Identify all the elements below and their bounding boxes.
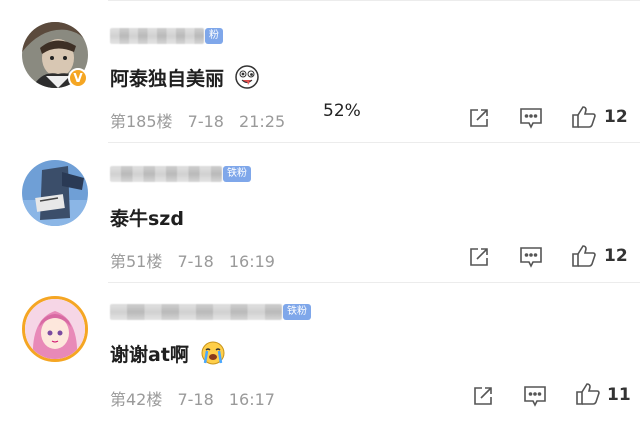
goofy-face-emoji-icon — [234, 65, 259, 94]
comment-meta: 第185楼 7-18 21:25 — [110, 108, 295, 132]
crying-face-emoji-icon — [200, 341, 226, 370]
comment-date: 7-18 — [187, 112, 224, 131]
comment-date: 7-18 — [177, 390, 214, 409]
percent-overlay: 52% — [323, 101, 361, 121]
like-count: 11 — [607, 385, 631, 405]
avatar[interactable] — [22, 296, 88, 362]
like-icon[interactable] — [575, 382, 601, 410]
comment-meta: 第42楼 7-18 16:17 — [110, 386, 285, 410]
floor-number: 第185楼 — [110, 112, 173, 131]
username-blurred[interactable] — [110, 304, 282, 320]
like-icon[interactable] — [571, 105, 597, 133]
avatar[interactable] — [22, 160, 88, 226]
like-count: 12 — [604, 246, 628, 266]
comment-icon[interactable] — [523, 385, 547, 411]
like-icon[interactable] — [571, 244, 597, 272]
comment-meta: 第51楼 7-18 16:19 — [110, 248, 285, 272]
share-icon[interactable] — [468, 107, 490, 133]
comment-text: 阿泰独自美丽 — [110, 64, 259, 94]
comment-item: 铁粉 谢谢at啊 第42楼 7-18 16:17 11 — [0, 282, 640, 422]
verified-badge-icon: V — [68, 68, 88, 88]
comment-item: V 粉 阿泰独自美丽 第185楼 7-18 21:25 12 52% — [0, 0, 640, 140]
comment-text-content: 谢谢at啊 — [110, 344, 189, 366]
comment-text: 谢谢at啊 — [110, 340, 226, 370]
comment-text-content: 阿泰独自美丽 — [110, 68, 225, 90]
floor-number: 第42楼 — [110, 390, 163, 409]
comment-icon[interactable] — [519, 246, 543, 272]
comment-time: 16:17 — [228, 390, 275, 409]
fan-badge: 铁粉 — [283, 304, 311, 320]
comment-icon[interactable] — [519, 107, 543, 133]
comment-date: 7-18 — [177, 252, 214, 271]
comment-text: 泰牛szd — [110, 204, 184, 231]
like-count: 12 — [604, 107, 628, 127]
username-blurred[interactable] — [110, 28, 204, 44]
comment-time: 21:25 — [239, 112, 286, 131]
comment-time: 16:19 — [228, 252, 275, 271]
floor-number: 第51楼 — [110, 252, 163, 271]
username-blurred[interactable] — [110, 166, 222, 182]
share-icon[interactable] — [472, 385, 494, 411]
share-icon[interactable] — [468, 246, 490, 272]
comment-item: 铁粉 泰牛szd 第51楼 7-18 16:19 12 — [0, 142, 640, 282]
comment-text-content: 泰牛szd — [110, 208, 184, 230]
fan-badge: 铁粉 — [223, 166, 251, 182]
fan-badge: 粉 — [205, 28, 223, 44]
